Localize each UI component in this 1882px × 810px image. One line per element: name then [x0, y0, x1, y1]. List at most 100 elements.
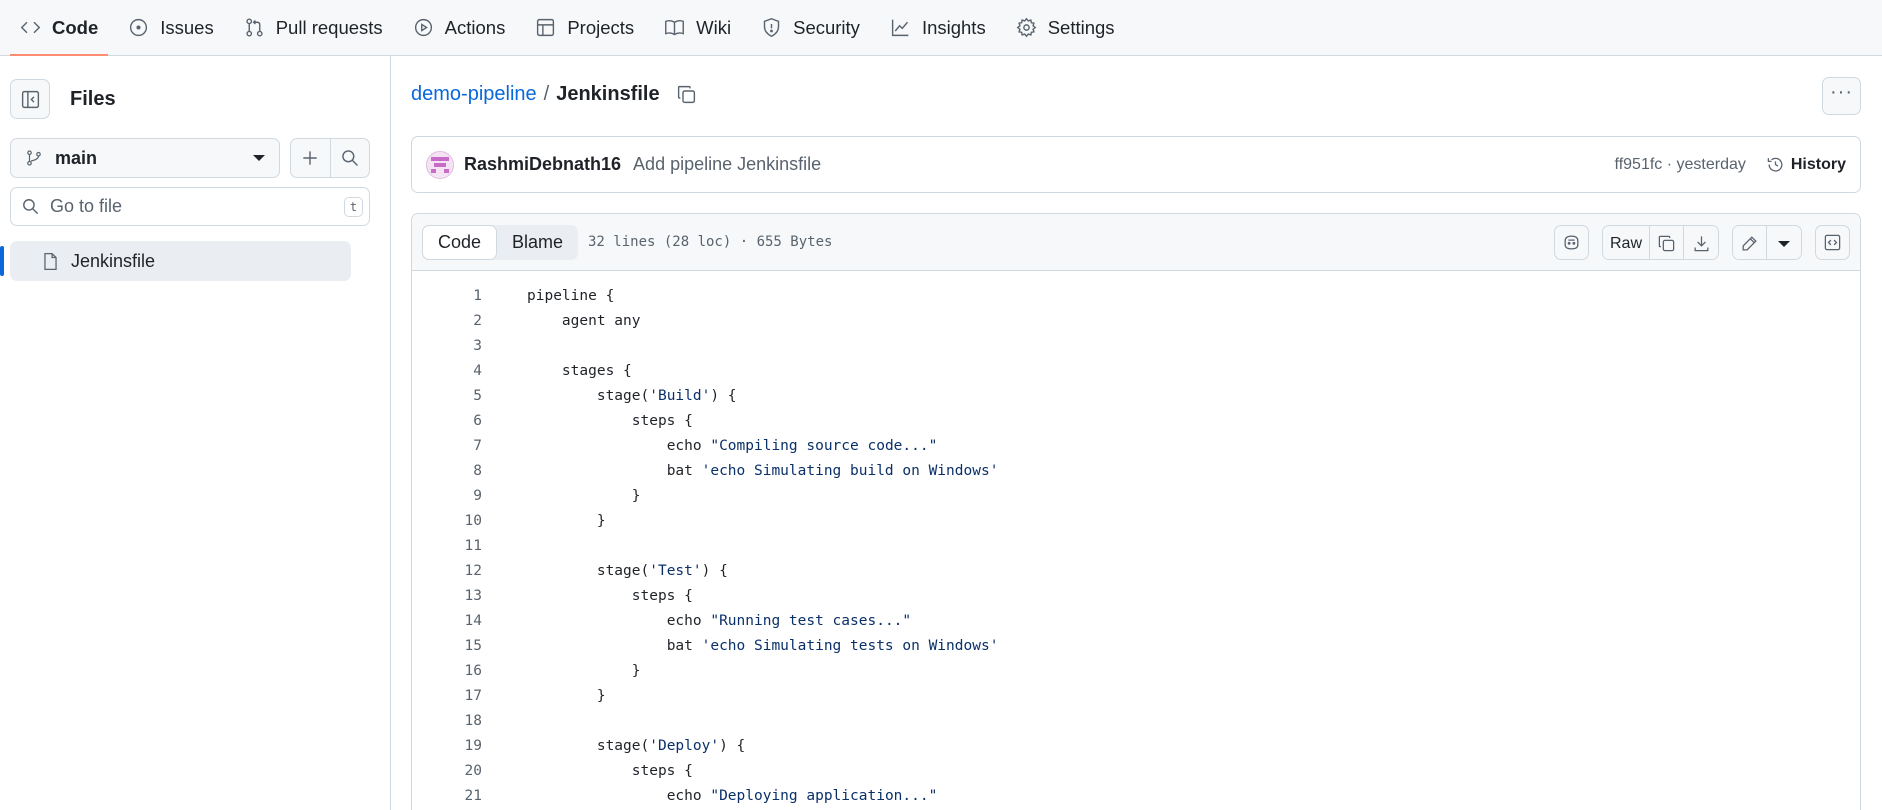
history-icon	[1767, 157, 1783, 172]
copy-path-icon[interactable]	[676, 84, 697, 105]
line-code: }	[482, 488, 641, 504]
line-number[interactable]: 10	[412, 513, 482, 529]
download-icon	[1694, 236, 1708, 252]
line-number[interactable]: 18	[412, 713, 482, 729]
commit-author[interactable]: RashmiDebnath16	[464, 154, 621, 175]
commit-meta[interactable]: ff951fc · yesterday	[1615, 156, 1746, 174]
code-token: }	[596, 512, 606, 529]
code-line: 2 agent any	[412, 308, 1860, 333]
pencil-icon	[1742, 236, 1757, 251]
go-to-file-field[interactable]: t	[10, 187, 370, 226]
branch-selector[interactable]: main	[10, 138, 280, 178]
symbols-panel-button[interactable]	[1815, 225, 1850, 260]
tab-settings[interactable]: Settings	[1006, 0, 1125, 55]
view-mode-toggle: Code Blame	[422, 225, 579, 260]
tab-wiki-label: Wiki	[696, 16, 732, 38]
tab-code[interactable]: Code	[10, 0, 109, 56]
avatar[interactable]	[426, 150, 454, 179]
line-number[interactable]: 19	[412, 738, 482, 754]
chevron-down-icon	[1778, 240, 1790, 247]
tree-item-label: Jenkinsfile	[71, 250, 156, 271]
line-number[interactable]: 17	[412, 688, 482, 704]
code-line: 19 stage('Deploy') {	[412, 733, 1860, 758]
file-icon	[44, 252, 57, 270]
line-code: stage('Build') {	[482, 388, 737, 404]
line-number[interactable]: 5	[412, 388, 482, 404]
line-number[interactable]: 6	[412, 413, 482, 429]
tab-wiki[interactable]: Wiki	[654, 0, 741, 55]
edit-options-dropdown[interactable]	[1767, 226, 1801, 259]
line-code: bat 'echo Simulating build on Windows'	[482, 463, 999, 479]
code-token: echo	[666, 437, 711, 454]
line-number[interactable]: 16	[412, 663, 482, 679]
more-options-button[interactable]: ···	[1822, 77, 1861, 115]
code-token: stages {	[561, 362, 632, 379]
code-token: pipeline {	[527, 287, 615, 304]
sidebar-collapse-icon	[21, 90, 39, 108]
code-token: steps {	[631, 412, 693, 429]
sidebar-header: Files	[10, 79, 116, 119]
tab-projects[interactable]: Projects	[525, 0, 644, 55]
code-line: 16 }	[412, 658, 1860, 683]
download-button[interactable]	[1684, 226, 1718, 259]
code-view-button[interactable]: Code	[422, 225, 498, 260]
line-number[interactable]: 3	[412, 338, 482, 354]
line-number[interactable]: 1	[412, 288, 482, 304]
raw-button[interactable]: Raw	[1603, 226, 1650, 259]
copilot-button[interactable]	[1554, 225, 1589, 260]
line-number[interactable]: 7	[412, 438, 482, 454]
commit-message[interactable]: Add pipeline Jenkinsfile	[633, 154, 1615, 175]
plus-icon	[303, 151, 318, 165]
add-file-button[interactable]	[291, 139, 330, 177]
tab-insights[interactable]: Insights	[880, 0, 996, 55]
tab-issues[interactable]: Issues	[118, 0, 223, 55]
code-token: }	[596, 687, 606, 704]
history-button[interactable]: History	[1766, 155, 1846, 174]
line-number[interactable]: 8	[412, 463, 482, 479]
tree-item-jenkinsfile[interactable]: Jenkinsfile	[10, 241, 351, 281]
repo-nav: Code Issues Pull requests Actions Projec…	[0, 0, 1882, 56]
code-line: 8 bat 'echo Simulating build on Windows'	[412, 458, 1860, 483]
code-line: 18	[412, 708, 1860, 733]
breadcrumb-repo-link[interactable]: demo-pipeline	[411, 83, 537, 106]
line-code: echo "Running test cases..."	[482, 613, 911, 629]
breadcrumb-file: Jenkinsfile	[556, 83, 660, 105]
copy-raw-button[interactable]	[1650, 226, 1684, 259]
line-number[interactable]: 13	[412, 588, 482, 604]
line-number[interactable]: 4	[412, 363, 482, 379]
keyboard-shortcut-hint: t	[344, 197, 363, 217]
line-number[interactable]: 20	[412, 763, 482, 779]
tab-security[interactable]: Security	[751, 0, 870, 55]
line-number[interactable]: 12	[412, 563, 482, 579]
graph-icon	[891, 19, 909, 37]
line-number[interactable]: 14	[412, 613, 482, 629]
line-number[interactable]: 11	[412, 538, 482, 554]
code-line: 6 steps {	[412, 408, 1860, 433]
latest-commit-bar: RashmiDebnath16 Add pipeline Jenkinsfile…	[411, 136, 1861, 193]
edit-button[interactable]	[1733, 226, 1767, 259]
line-number[interactable]: 21	[412, 788, 482, 804]
line-number[interactable]: 15	[412, 638, 482, 654]
blame-view-button[interactable]: Blame	[497, 225, 578, 260]
tab-issues-label: Issues	[160, 16, 214, 38]
collapse-sidebar-button[interactable]	[10, 79, 50, 119]
line-code: }	[482, 688, 606, 704]
line-number[interactable]: 9	[412, 488, 482, 504]
go-to-file-input[interactable]	[50, 196, 330, 217]
search-files-button[interactable]	[329, 139, 369, 177]
identicon-icon	[431, 156, 449, 173]
tab-pull-requests[interactable]: Pull requests	[234, 0, 393, 55]
code-token: }	[631, 487, 641, 504]
line-number[interactable]: 2	[412, 313, 482, 329]
code-line: 14 echo "Running test cases..."	[412, 608, 1860, 633]
tab-actions[interactable]: Actions	[403, 0, 516, 55]
sidebar-title: Files	[70, 87, 116, 110]
copy-icon	[1658, 235, 1675, 252]
line-code: }	[482, 663, 641, 679]
branch-name: main	[55, 147, 98, 168]
breadcrumb-separator: /	[543, 83, 550, 105]
